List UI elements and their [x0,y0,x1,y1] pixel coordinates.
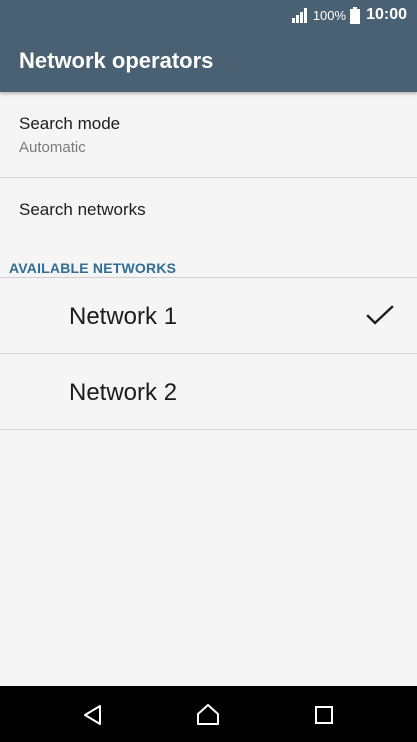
network-item-1[interactable]: Network 1 [0,278,417,354]
navigation-bar [0,686,417,742]
settings-list: Search mode Automatic Search networks AV… [0,92,417,686]
search-mode-setting[interactable]: Search mode Automatic [0,92,417,178]
search-mode-value: Automatic [19,139,86,156]
status-clock: 10:00 [366,6,407,23]
network-item-2[interactable]: Network 2 [0,354,417,430]
app-bar: Network operators [0,30,417,92]
battery-percentage: 100% [312,7,347,23]
search-networks-setting[interactable]: Search networks [0,178,417,242]
back-icon[interactable] [81,703,105,727]
page-title: Network operators [19,48,214,73]
search-networks-label: Search networks [19,200,146,219]
available-networks-header: AVAILABLE NETWORKS [9,260,177,276]
home-icon[interactable] [196,703,220,727]
network-label: Network 2 [69,379,178,406]
network-label: Network 1 [69,303,178,330]
recents-icon[interactable] [312,703,336,727]
signal-icon [291,7,309,23]
search-mode-label: Search mode [19,114,121,133]
check-icon [366,305,394,327]
status-bar: 100% 10:00 [0,0,417,30]
battery-icon [350,6,361,24]
